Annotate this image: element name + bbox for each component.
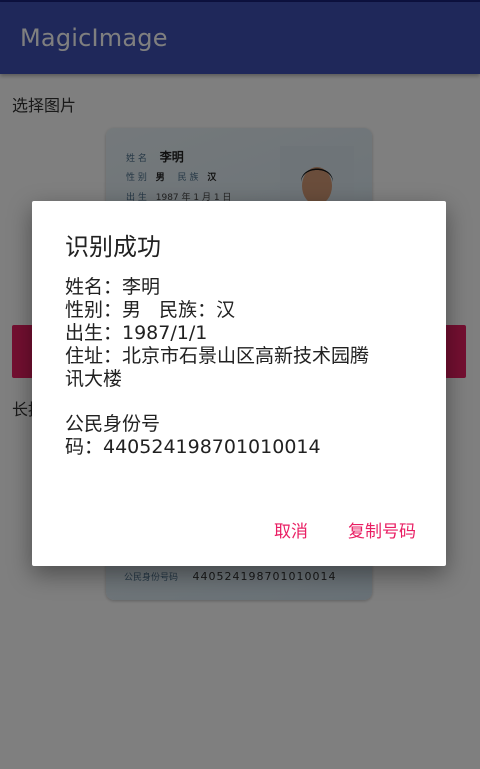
dialog-line-blank [65,391,417,413]
dialog-line-address: 住址：北京市石景山区高新技术园腾 [65,345,370,367]
dialog-message: 姓名：李明 性别：男 民族：汉 出生：1987/1/1 住址：北京市石景山区高新… [65,276,417,459]
dialog-line-name: 姓名：李明 [65,276,161,298]
dialog-line-birth: 出生：1987/1/1 [65,322,208,344]
result-dialog: 识别成功 姓名：李明 性别：男 民族：汉 出生：1987/1/1 住址：北京市石… [32,201,446,566]
dialog-line-sex-ethnicity: 性别：男 民族：汉 [65,299,236,321]
dialog-line-address-cont: 讯大楼 [65,368,123,390]
dialog-actions: 取消 复制号码 [274,515,416,544]
dialog-line-id-label: 公民身份号 [65,413,161,435]
copy-number-button[interactable]: 复制号码 [348,515,416,544]
cancel-button[interactable]: 取消 [274,515,308,544]
dialog-title: 识别成功 [65,233,161,261]
dialog-line-id-number: 码：440524198701010014 [65,436,321,458]
